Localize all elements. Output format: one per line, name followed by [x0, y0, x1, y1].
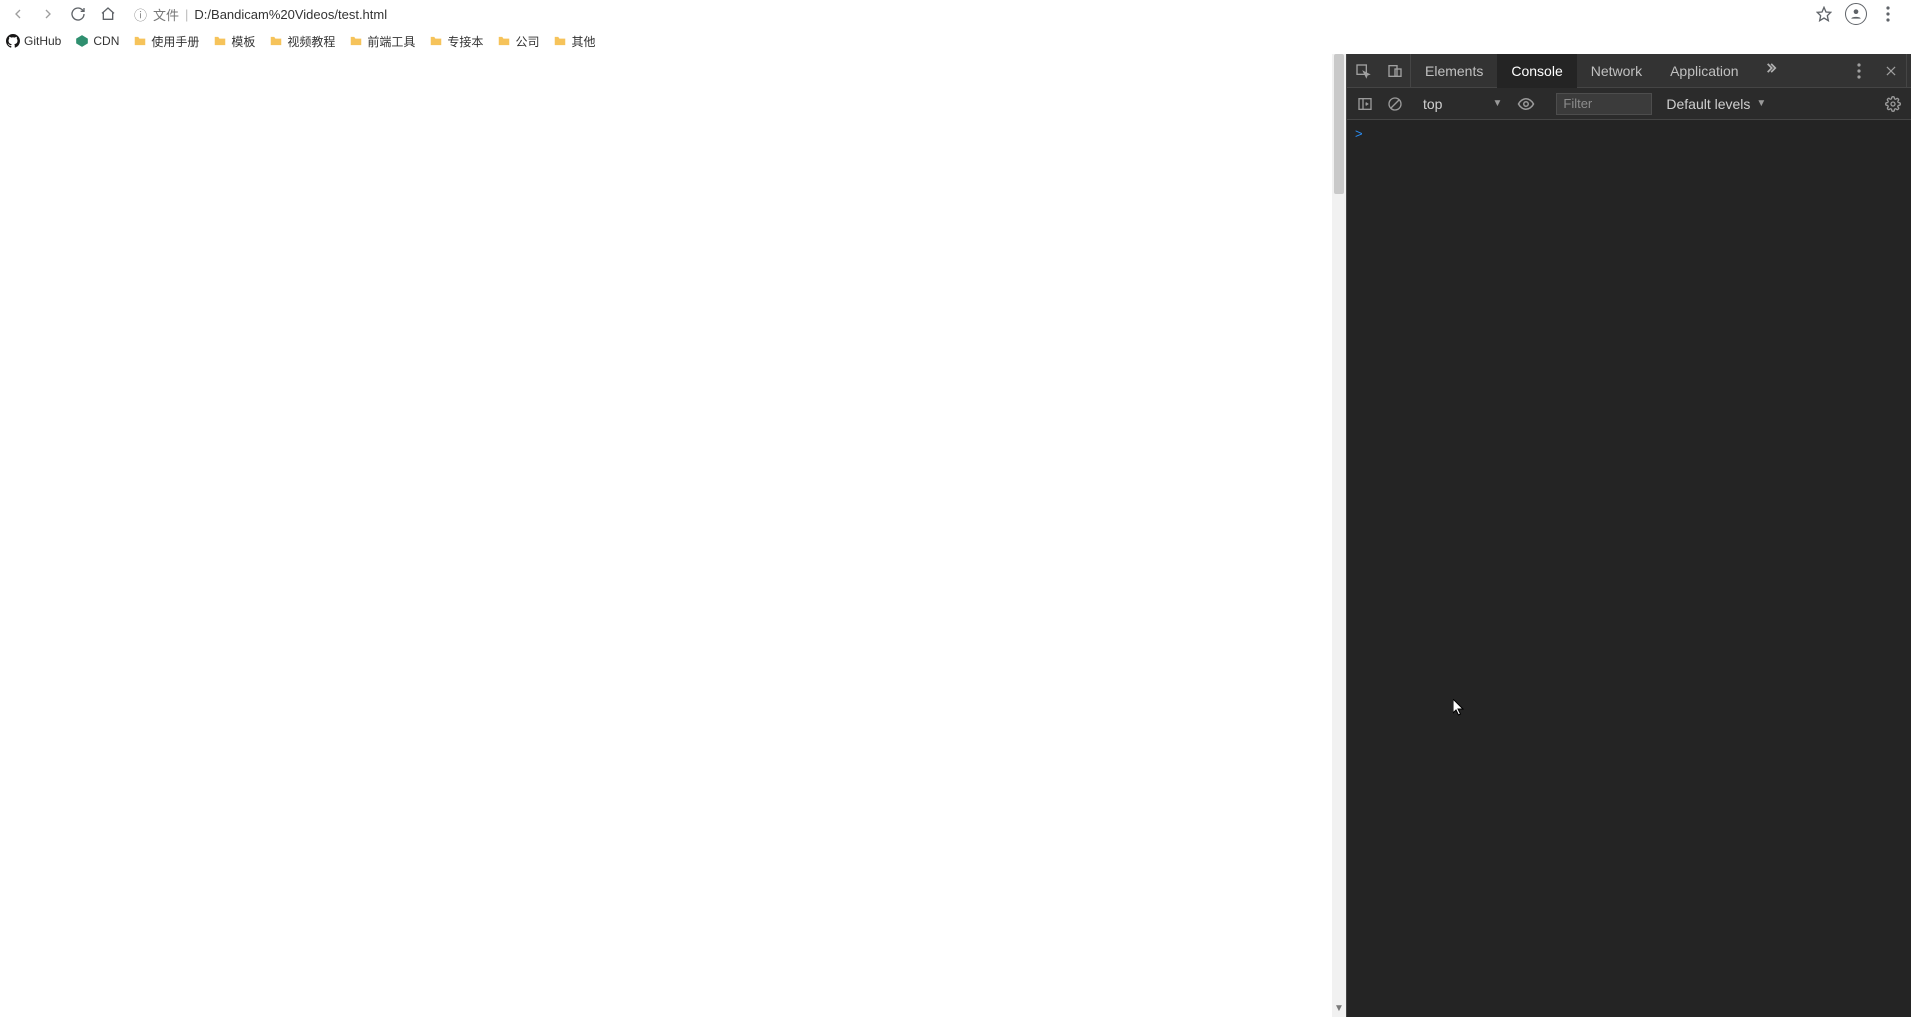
- bookmarks-bar: GitHub CDN 使用手册 模板 视频教程 前端工具 专接本 公司 其他: [0, 28, 1911, 54]
- bookmark-label: 其他: [571, 33, 595, 50]
- bookmark-star-button[interactable]: [1813, 3, 1835, 25]
- url-text: D:/Bandicam%20Videos/test.html: [194, 7, 387, 22]
- bookmark-item[interactable]: GitHub: [6, 34, 61, 48]
- address-bar-row: ⓘ 文件 | D:/Bandicam%20Videos/test.html: [0, 0, 1911, 28]
- scrollbar-down-icon[interactable]: ▼: [1332, 1003, 1346, 1017]
- devtools-tab-application[interactable]: Application: [1656, 54, 1753, 88]
- bookmark-label: CDN: [93, 34, 119, 48]
- bookmark-label: 公司: [515, 33, 539, 50]
- console-settings-button[interactable]: [1879, 90, 1907, 118]
- devtools-panel: ElementsConsoleNetworkApplication: [1346, 54, 1911, 1017]
- forward-button[interactable]: [36, 2, 60, 26]
- avatar-icon: [1845, 3, 1867, 25]
- console-context-selector[interactable]: top ▼: [1415, 92, 1510, 116]
- bookmark-label: 模板: [231, 33, 255, 50]
- devtools-tab-console[interactable]: Console: [1497, 54, 1576, 88]
- bookmark-label: 前端工具: [367, 33, 415, 50]
- devtools-tab-network[interactable]: Network: [1577, 54, 1656, 88]
- home-button[interactable]: [96, 2, 120, 26]
- console-toolbar: top ▼ Default levels ▼: [1347, 88, 1911, 120]
- chevron-down-icon: ▼: [1756, 98, 1766, 109]
- clear-console-button[interactable]: [1381, 90, 1409, 118]
- bookmark-item[interactable]: 前端工具: [349, 33, 415, 50]
- omnibox[interactable]: ⓘ 文件 | D:/Bandicam%20Videos/test.html: [126, 2, 1807, 26]
- devtools-menu-button[interactable]: [1843, 54, 1875, 88]
- toolbar-right: [1813, 3, 1905, 25]
- console-prompt-icon: >: [1355, 126, 1363, 141]
- workspace: ▲ ▼ ElementsConsoleNetworkApplication: [0, 54, 1911, 1017]
- chrome-menu-button[interactable]: [1877, 3, 1899, 25]
- bookmark-label: 视频教程: [287, 33, 335, 50]
- back-button[interactable]: [6, 2, 30, 26]
- console-context-value: top: [1423, 96, 1442, 112]
- omnibox-separator: |: [185, 7, 188, 22]
- devtools-tabbar: ElementsConsoleNetworkApplication: [1347, 54, 1911, 88]
- reload-button[interactable]: [66, 2, 90, 26]
- chevron-down-icon: ▼: [1492, 98, 1502, 109]
- page-content-area[interactable]: ▲ ▼: [0, 54, 1346, 1017]
- bookmark-label: GitHub: [24, 34, 61, 48]
- page-scrollbar[interactable]: ▲ ▼: [1332, 54, 1346, 1017]
- devtools-close-button[interactable]: [1875, 54, 1907, 88]
- browser-chrome: ⓘ 文件 | D:/Bandicam%20Videos/test.html Gi…: [0, 0, 1911, 55]
- scrollbar-thumb[interactable]: [1334, 54, 1344, 194]
- console-filter: [1556, 93, 1652, 115]
- console-body[interactable]: >: [1347, 120, 1911, 1017]
- console-sidebar-toggle[interactable]: [1351, 90, 1379, 118]
- bookmark-label: 使用手册: [151, 33, 199, 50]
- bookmark-item[interactable]: 专接本: [429, 33, 483, 50]
- bookmark-item[interactable]: 公司: [497, 33, 539, 50]
- inspect-element-button[interactable]: [1347, 54, 1379, 88]
- live-expression-button[interactable]: [1512, 90, 1540, 118]
- devtools-more-tabs-button[interactable]: [1753, 61, 1787, 80]
- bookmark-item[interactable]: CDN: [75, 34, 119, 48]
- console-filter-input[interactable]: [1556, 93, 1652, 115]
- console-levels-selector[interactable]: Default levels ▼: [1666, 96, 1766, 112]
- site-info-icon[interactable]: ⓘ: [134, 5, 147, 24]
- bookmark-item[interactable]: 其他: [553, 33, 595, 50]
- bookmark-item[interactable]: 模板: [213, 33, 255, 50]
- url-scheme-label: 文件: [153, 5, 179, 24]
- bookmark-item[interactable]: 使用手册: [133, 33, 199, 50]
- bookmark-label: 专接本: [447, 33, 483, 50]
- bookmark-item[interactable]: 视频教程: [269, 33, 335, 50]
- profile-avatar-button[interactable]: [1845, 3, 1867, 25]
- console-levels-label: Default levels: [1666, 96, 1750, 112]
- device-toolbar-button[interactable]: [1379, 54, 1411, 88]
- devtools-tab-elements[interactable]: Elements: [1411, 54, 1497, 88]
